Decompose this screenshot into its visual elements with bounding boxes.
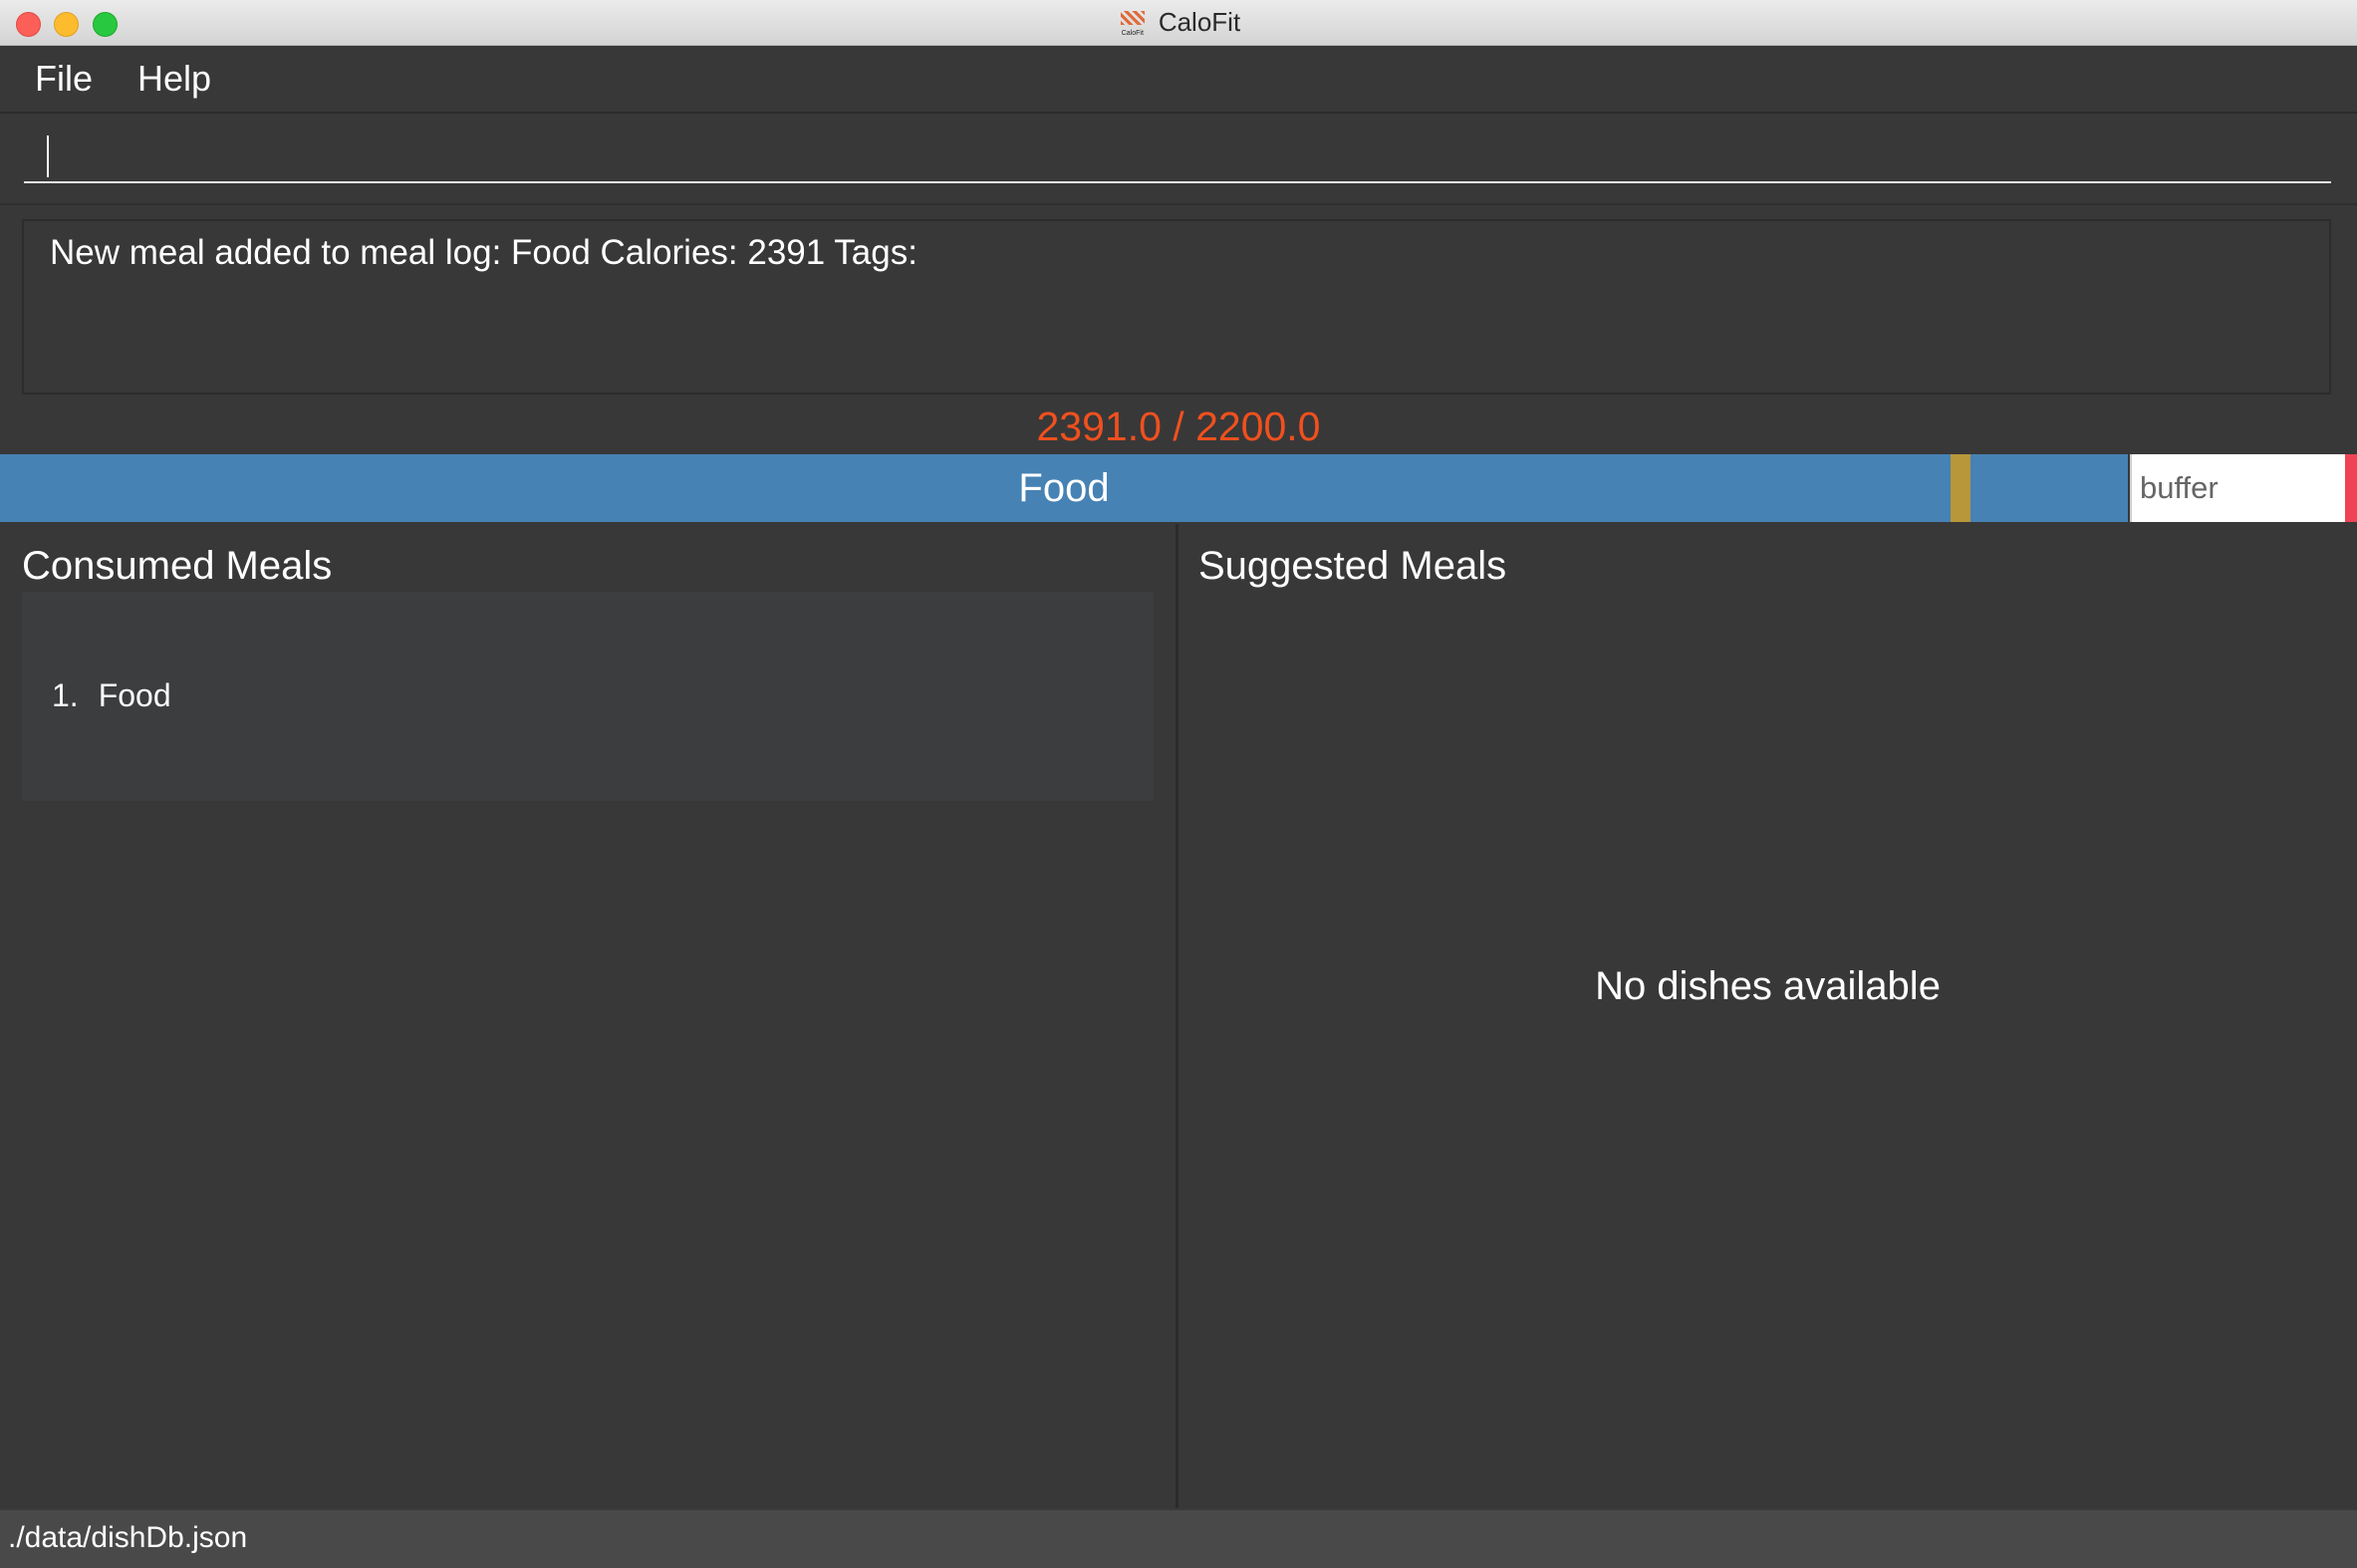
suggested-meals-title: Suggested Meals xyxy=(1198,544,1507,588)
calorie-count: 2391.0 / 2200.0 xyxy=(1036,403,1321,449)
consumed-meals-panel: Consumed Meals 1. Food xyxy=(0,524,1178,1508)
command-box xyxy=(0,114,2357,205)
meal-name: Food xyxy=(98,677,171,713)
command-input[interactable] xyxy=(24,124,2331,183)
menu-file[interactable]: File xyxy=(35,58,93,100)
calorie-limit-marker xyxy=(1951,454,1970,522)
consumed-meals-list[interactable]: 1. Food xyxy=(22,592,1154,801)
menu-help[interactable]: Help xyxy=(137,58,211,100)
result-message: New meal added to meal log: Food Calorie… xyxy=(50,233,917,272)
status-bar: ./data/dishDb.json xyxy=(0,1508,2357,1568)
data-file-path: ./data/dishDb.json xyxy=(8,1521,248,1554)
calorie-bar-buffer-segment: buffer xyxy=(2130,454,2345,522)
window-title: CaloFit xyxy=(1158,7,1241,37)
text-caret xyxy=(47,135,49,177)
suggested-meals-panel: Suggested Meals No dishes available xyxy=(1178,524,2357,1508)
calorie-bar-food-segment: Food xyxy=(0,454,2128,522)
result-display: New meal added to meal log: Food Calorie… xyxy=(22,219,2331,394)
calorie-bar-food-label: Food xyxy=(1018,465,1110,510)
suggested-meals-empty-text: No dishes available xyxy=(1595,964,1941,1008)
calorie-bar: Food buffer xyxy=(0,454,2357,522)
calorie-bar-overflow xyxy=(2345,454,2357,522)
app-logo-icon: CaloFit xyxy=(1117,9,1149,37)
window-title-bar: CaloFit CaloFit xyxy=(0,0,2357,46)
list-item[interactable]: 1. Food xyxy=(52,677,171,714)
consumed-meals-title: Consumed Meals xyxy=(22,544,333,588)
calorie-bar-buffer-label: buffer xyxy=(2140,470,2219,505)
meal-index: 1. xyxy=(52,677,79,713)
menu-bar: File Help xyxy=(0,46,2357,114)
